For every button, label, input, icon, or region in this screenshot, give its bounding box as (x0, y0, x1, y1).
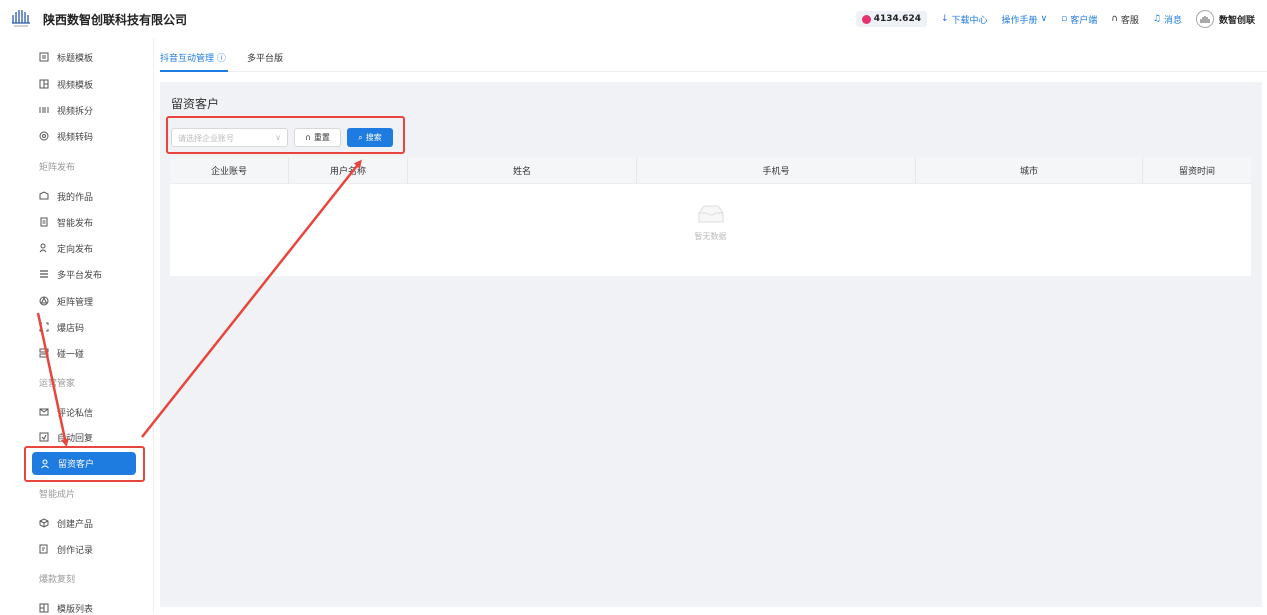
sidebar-item-creation-records[interactable]: 创作记录 (39, 542, 93, 556)
service-label: 客服 (1120, 15, 1139, 26)
column-header: 用户名称 (289, 157, 408, 184)
sidebar-item-label: 创建产品 (57, 519, 94, 530)
sidebar-item-auto-reply[interactable]: 自动回复 (39, 430, 93, 444)
bell-icon: ♫ (1152, 14, 1161, 24)
template-icon (39, 52, 49, 62)
download-icon: ↓ (940, 14, 949, 24)
messages-label: 消息 (1163, 15, 1182, 26)
avatar (1195, 10, 1214, 28)
column-header: 企业账号 (170, 157, 289, 184)
main-content: 留资客户 请选择企业账号 ∨ ∩ 重置 ⌕ 搜索 企业账号 用户名称 姓名 手机… (160, 82, 1262, 607)
manual-label: 操作手册 (1001, 15, 1038, 26)
tab-bar: 抖音互动管理 ⓘ 多平台版 (160, 38, 1267, 72)
layout-icon (39, 79, 49, 89)
sidebar-item-label: 矩阵管理 (57, 297, 94, 308)
sidebar-item-matrix-manage[interactable]: 矩阵管理 (39, 294, 93, 308)
box-icon (39, 518, 49, 528)
empty-box-icon (698, 205, 723, 223)
sidebar-item-shop-code[interactable]: 爆店码 (39, 320, 84, 334)
tab-multi-platform[interactable]: 多平台版 (247, 51, 283, 64)
service-link[interactable]: ∩ 客服 (1111, 13, 1139, 26)
balance-value: 4134.624 (873, 14, 921, 24)
sidebar-group-ops: 运营管家 (39, 379, 76, 389)
sidebar-item-label: 定向发布 (57, 244, 94, 255)
works-icon (39, 191, 49, 200)
sidebar-item-comments-dm[interactable]: 评论私信 (39, 405, 93, 419)
manual-dropdown[interactable]: 操作手册 ∨ (1002, 13, 1048, 26)
balance-badge[interactable]: 4134.624 (855, 11, 927, 27)
sidebar-item-label: 视频转码 (57, 132, 94, 143)
grid-icon (39, 603, 49, 613)
sidebar-item-my-works[interactable]: 我的作品 (39, 189, 93, 203)
split-icon (39, 107, 49, 113)
active-tab-indicator (160, 70, 228, 72)
reply-icon (39, 432, 49, 442)
column-header: 姓名 (408, 157, 637, 184)
sidebar-item-label: 视频拆分 (57, 106, 94, 117)
tab-douyin-interaction[interactable]: 抖音互动管理 ⓘ (160, 51, 226, 64)
sidebar-item-label: 评论私信 (57, 408, 94, 419)
sidebar-item-label: 标题模板 (57, 53, 94, 64)
info-icon: ⓘ (216, 54, 226, 64)
coin-icon (861, 14, 871, 24)
headset-icon: ∩ (1111, 14, 1118, 24)
top-bar: 陕西数智创联科技有限公司 4134.624 ↓ 下载中心 操作手册 ∨ ▫ 客户… (0, 0, 1267, 38)
scan-icon (39, 322, 49, 332)
sidebar-item-video-split[interactable]: 视频拆分 (39, 103, 93, 117)
sidebar-item-targeted-publish[interactable]: 定向发布 (39, 241, 93, 255)
user-menu[interactable]: 数智创联 (1195, 10, 1255, 28)
sidebar: 标题模板 视频模板 视频拆分 视频转码 矩阵发布 我的作品 智能发布 定向发布 … (0, 38, 154, 615)
edit-doc-icon (39, 544, 48, 554)
column-header: 手机号 (637, 157, 916, 184)
sidebar-group-copy: 爆款复刻 (39, 575, 76, 585)
sidebar-item-multi-platform-publish[interactable]: 多平台发布 (39, 267, 102, 281)
sidebar-group-matrix: 矩阵发布 (39, 163, 76, 173)
transcode-icon (39, 131, 49, 141)
page-title: 留资客户 (171, 97, 220, 111)
doc-icon (40, 217, 48, 227)
annotation-highlight-sidebar (24, 446, 145, 482)
download-center-label: 下载中心 (951, 15, 988, 26)
matrix-icon (39, 296, 49, 306)
annotation-highlight-search (166, 116, 405, 154)
sidebar-group-smart: 智能成片 (39, 490, 76, 500)
chevron-down-icon: ∨ (1040, 14, 1048, 24)
sidebar-item-label: 智能发布 (57, 218, 94, 229)
sidebar-item-label: 碰一碰 (57, 349, 85, 360)
avatar-logo-icon (1200, 16, 1210, 23)
touch-icon (39, 348, 49, 358)
message-icon (39, 408, 49, 416)
customer-end-link[interactable]: ▫ 客户端 (1061, 13, 1097, 26)
sidebar-item-create-product[interactable]: 创建产品 (39, 516, 93, 530)
empty-text: 暂无数据 (694, 232, 727, 241)
sidebar-item-video-transcode[interactable]: 视频转码 (39, 129, 93, 143)
sidebar-item-label: 创作记录 (57, 545, 94, 556)
sidebar-item-label: 我的作品 (57, 192, 94, 203)
column-header: 城市 (916, 157, 1143, 184)
table-header: 企业账号 用户名称 姓名 手机号 城市 留资时间 (170, 157, 1251, 184)
customer-end-label: 客户端 (1070, 15, 1098, 26)
sidebar-item-label: 自动回复 (57, 433, 94, 444)
list-icon (40, 270, 48, 278)
sidebar-item-touch[interactable]: 碰一碰 (39, 346, 84, 360)
sidebar-item-title-template[interactable]: 标题模板 (39, 50, 93, 64)
column-header: 留资时间 (1178, 167, 1215, 177)
sidebar-item-label: 爆店码 (57, 323, 85, 334)
company-name: 陕西数智创联科技有限公司 (43, 13, 188, 27)
user-name: 数智创联 (1218, 15, 1255, 26)
client-icon: ▫ (1061, 14, 1068, 24)
user-target-icon (39, 243, 47, 253)
leads-table: 企业账号 用户名称 姓名 手机号 城市 留资时间 暂无数据 (170, 157, 1251, 276)
company-logo (12, 10, 30, 27)
sidebar-item-label: 多平台发布 (57, 270, 103, 281)
sidebar-item-label: 视频模板 (57, 80, 94, 91)
tab-label: 抖音互动管理 (160, 54, 215, 64)
empty-state: 暂无数据 (170, 203, 1251, 242)
sidebar-item-smart-publish[interactable]: 智能发布 (39, 215, 93, 229)
sidebar-item-video-template[interactable]: 视频模板 (39, 77, 93, 91)
download-center-link[interactable]: ↓ 下载中心 (941, 13, 988, 26)
messages-link[interactable]: ♫ 消息 (1153, 13, 1182, 26)
